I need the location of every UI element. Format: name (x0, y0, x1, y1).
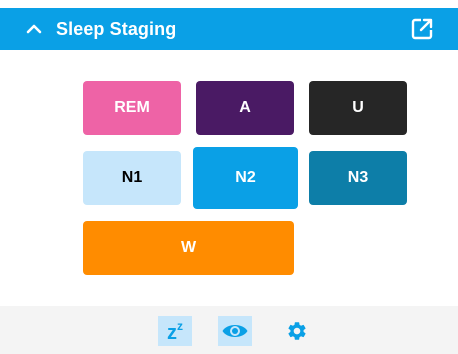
sleep-mode-button[interactable]: zz (158, 316, 192, 346)
panel-title: Sleep Staging (56, 19, 177, 39)
stage-button-u[interactable]: U (309, 81, 407, 135)
stage-button-w[interactable]: W (83, 221, 294, 275)
sleep-z-sup: z (177, 318, 183, 333)
stage-button-n2[interactable]: N2 (193, 147, 298, 209)
collapse-button[interactable] (24, 19, 44, 39)
open-in-new-icon (411, 18, 433, 40)
stage-button-n3[interactable]: N3 (309, 151, 407, 205)
stage-button-rem[interactable]: REM (83, 81, 181, 135)
chevron-up-icon (26, 24, 42, 34)
sleep-zz-icon: zz (167, 320, 183, 343)
panel-toolbar: zz (0, 306, 458, 354)
eye-icon (222, 325, 248, 337)
sleep-staging-panel: Sleep Staging REM A U N1 N2 N3 W zz (0, 0, 458, 354)
stage-button-a[interactable]: A (196, 81, 294, 135)
popout-button[interactable] (410, 17, 434, 41)
stage-button-n1[interactable]: N1 (83, 151, 181, 205)
settings-button[interactable] (280, 316, 314, 346)
gear-icon (288, 322, 306, 340)
view-button[interactable] (218, 316, 252, 346)
panel-header: Sleep Staging (0, 8, 458, 50)
sleep-z-main: z (167, 321, 177, 344)
